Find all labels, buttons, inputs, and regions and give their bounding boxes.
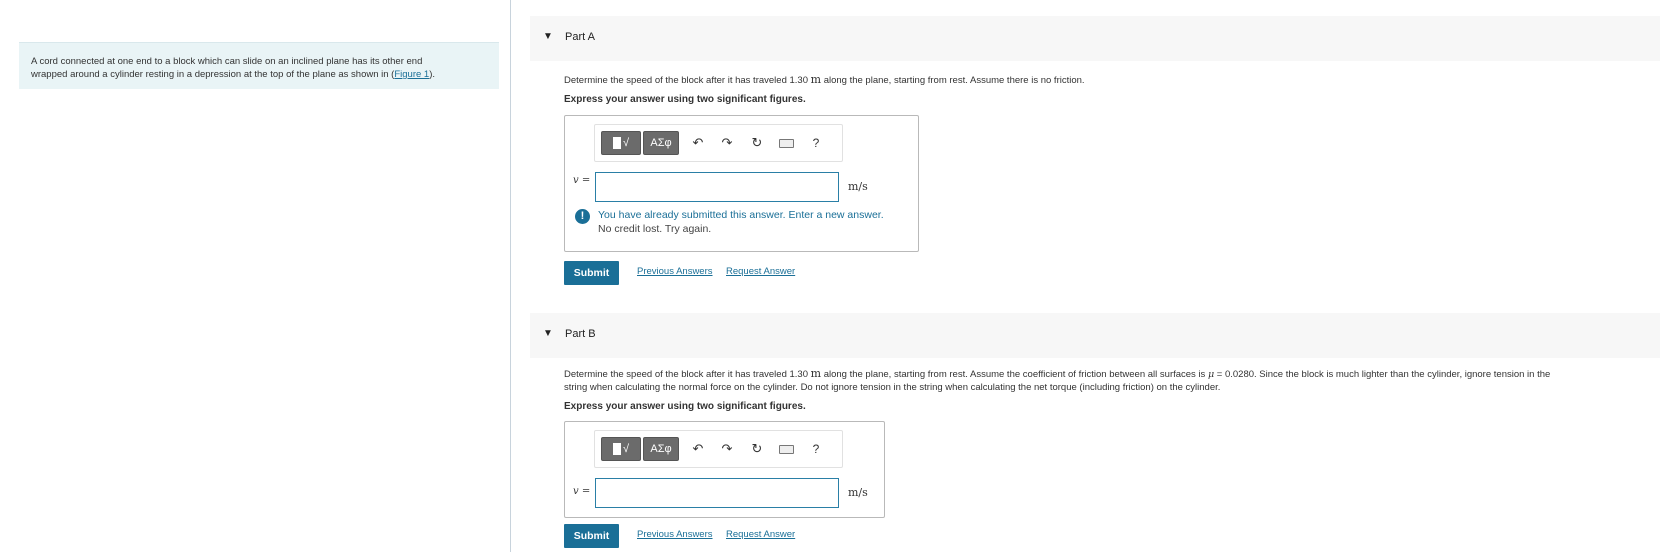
part-b-question-text-mid: along the plane, starting from rest. Ass… (823, 369, 1206, 380)
part-a-variable-label: v = (573, 175, 591, 186)
part-b-request-answer-link[interactable]: Request Answer (726, 529, 795, 540)
intro-line-2-end: ). (429, 69, 436, 80)
template-square-icon (612, 443, 621, 456)
template-button-label: √ (622, 137, 630, 149)
part-b-question-unit: m (810, 367, 822, 380)
collapse-caret-icon[interactable]: ▼ (543, 31, 553, 42)
reset-icon[interactable]: ↻ (749, 135, 765, 151)
part-a-answer-box: √ ΑΣφ ↶ ↷ ↻ ? v = m/s ! You have already… (564, 115, 919, 252)
part-a-title: Part A (565, 31, 595, 43)
part-b-question-text-end: = 0.0280. Since the block is much lighte… (1216, 369, 1551, 380)
help-icon[interactable]: ? (808, 135, 824, 151)
keyboard-icon[interactable] (779, 139, 794, 148)
part-b-answer-box: √ ΑΣφ ↶ ↷ ↻ ? v = m/s (564, 421, 885, 518)
redo-icon[interactable]: ↷ (719, 441, 735, 457)
part-b-question-line-2: string when calculating the normal force… (564, 382, 1221, 393)
problem-intro: A cord connected at one end to a block w… (19, 42, 499, 89)
undo-icon[interactable]: ↶ (690, 135, 706, 151)
part-a-question-text: Determine the speed of the block after i… (564, 75, 808, 86)
collapse-caret-icon[interactable]: ▼ (543, 328, 553, 339)
undo-icon[interactable]: ↶ (690, 441, 706, 457)
part-a-submit-button[interactable]: Submit (564, 261, 619, 285)
part-b-question-line-1: Determine the speed of the block after i… (564, 367, 1664, 381)
alert-icon: ! (575, 209, 590, 224)
part-a-instruction: Express your answer using two significan… (564, 94, 806, 105)
feedback-message: You have already submitted this answer. … (598, 209, 884, 221)
page: A cord connected at one end to a block w… (0, 0, 1667, 552)
part-b-previous-answers-link[interactable]: Previous Answers (637, 529, 713, 540)
template-square-icon (612, 137, 621, 150)
intro-line-2: wrapped around a cylinder resting in a d… (31, 68, 487, 81)
part-a-question-unit: m (810, 73, 822, 86)
symbols-button[interactable]: ΑΣφ (643, 131, 679, 155)
part-a-question: Determine the speed of the block after i… (564, 73, 1085, 87)
part-a-question-text-end: along the plane, starting from rest. Ass… (823, 75, 1085, 86)
part-b-title: Part B (565, 328, 596, 340)
part-a-previous-answers-link[interactable]: Previous Answers (637, 266, 713, 277)
part-b-math-toolbar: √ ΑΣφ ↶ ↷ ↻ ? (594, 430, 843, 468)
part-b-submit-button[interactable]: Submit (564, 524, 619, 548)
part-b-header[interactable]: ▼ Part B (530, 313, 1660, 358)
reset-icon[interactable]: ↻ (749, 441, 765, 457)
feedback-subtext: No credit lost. Try again. (598, 223, 712, 235)
part-a-math-toolbar: √ ΑΣφ ↶ ↷ ↻ ? (594, 124, 843, 162)
part-b-variable-label: v = (573, 486, 591, 497)
redo-icon[interactable]: ↷ (719, 135, 735, 151)
part-a-unit-label: m/s (848, 180, 868, 193)
part-a-request-answer-link[interactable]: Request Answer (726, 266, 795, 277)
mu-symbol: μ (1207, 369, 1215, 380)
part-b-instruction: Express your answer using two significan… (564, 401, 806, 412)
intro-line-2-text: wrapped around a cylinder resting in a d… (31, 69, 395, 80)
template-button[interactable]: √ (601, 131, 641, 155)
template-button[interactable]: √ (601, 437, 641, 461)
part-b-unit-label: m/s (848, 486, 868, 499)
part-a-header[interactable]: ▼ Part A (530, 16, 1660, 61)
intro-line-1: A cord connected at one end to a block w… (31, 56, 423, 67)
template-button-label: √ (622, 443, 630, 455)
help-icon[interactable]: ? (808, 441, 824, 457)
symbols-button[interactable]: ΑΣφ (643, 437, 679, 461)
part-b-answer-input[interactable] (595, 478, 839, 508)
part-b-question: Determine the speed of the block after i… (564, 367, 1664, 394)
keyboard-icon[interactable] (779, 445, 794, 454)
part-b-question-text: Determine the speed of the block after i… (564, 369, 808, 380)
pane-divider[interactable] (510, 0, 511, 552)
left-pane: A cord connected at one end to a block w… (0, 0, 510, 552)
part-a-answer-input[interactable] (595, 172, 839, 202)
figure-1-link[interactable]: Figure 1 (394, 69, 429, 80)
